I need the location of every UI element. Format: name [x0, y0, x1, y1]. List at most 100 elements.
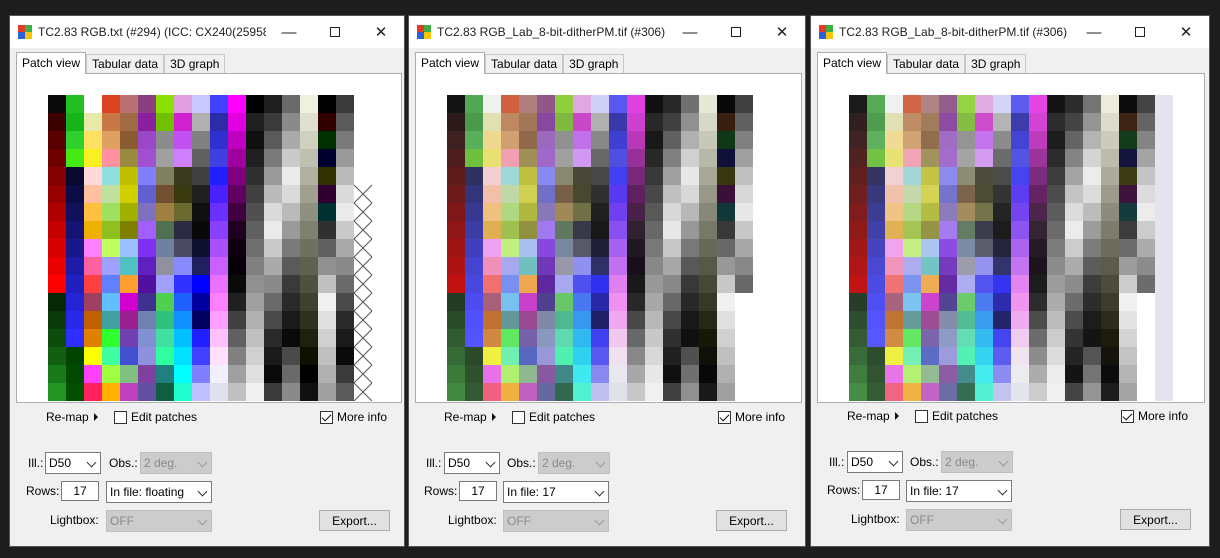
patch[interactable]: [156, 239, 174, 257]
patch[interactable]: [483, 203, 501, 221]
patch[interactable]: [1065, 329, 1083, 347]
patch[interactable]: [555, 257, 573, 275]
patch[interactable]: [1101, 167, 1119, 185]
patch[interactable]: [282, 311, 300, 329]
patch[interactable]: [627, 311, 645, 329]
patch[interactable]: [66, 293, 84, 311]
edit-patches-checkbox[interactable]: Edit patches: [114, 410, 197, 424]
patch[interactable]: [318, 203, 336, 221]
patch[interactable]: [939, 275, 957, 293]
patch[interactable]: [537, 347, 555, 365]
patch[interactable]: [1137, 131, 1155, 149]
patch[interactable]: [717, 329, 735, 347]
patch[interactable]: [336, 95, 354, 113]
tab-3d-graph[interactable]: 3D graph: [563, 54, 625, 74]
patch[interactable]: [885, 293, 903, 311]
patch[interactable]: [501, 365, 519, 383]
patch[interactable]: [885, 275, 903, 293]
patch[interactable]: [84, 113, 102, 131]
observer-select[interactable]: 2 deg.: [140, 452, 212, 474]
patch[interactable]: [627, 275, 645, 293]
patch[interactable]: [975, 275, 993, 293]
patch[interactable]: [903, 221, 921, 239]
patch[interactable]: [228, 239, 246, 257]
patch[interactable]: [501, 95, 519, 113]
patch[interactable]: [957, 383, 975, 401]
patch[interactable]: [228, 203, 246, 221]
patch[interactable]: [609, 185, 627, 203]
close-button[interactable]: ✕: [1163, 16, 1209, 48]
checkbox-box[interactable]: [512, 410, 525, 424]
patch[interactable]: [264, 293, 282, 311]
export-button[interactable]: Export...: [319, 510, 390, 531]
patch[interactable]: [1047, 221, 1065, 239]
patch[interactable]: [1083, 167, 1101, 185]
patch[interactable]: [519, 275, 537, 293]
patch[interactable]: [849, 347, 867, 365]
patch[interactable]: [849, 383, 867, 401]
patch[interactable]: [645, 185, 663, 203]
patch[interactable]: [1065, 293, 1083, 311]
patch[interactable]: [663, 275, 681, 293]
patch[interactable]: [1119, 221, 1137, 239]
patch[interactable]: [663, 311, 681, 329]
patch[interactable]: [1047, 347, 1065, 365]
patch[interactable]: [867, 275, 885, 293]
patch[interactable]: [174, 239, 192, 257]
patch[interactable]: [717, 383, 735, 401]
patch[interactable]: [228, 257, 246, 275]
lightbox-select[interactable]: OFF: [906, 509, 1012, 531]
patch[interactable]: [174, 347, 192, 365]
patch[interactable]: [627, 221, 645, 239]
patch[interactable]: [591, 185, 609, 203]
patch[interactable]: [591, 203, 609, 221]
patch[interactable]: [192, 383, 210, 401]
patch[interactable]: [1137, 167, 1155, 185]
patch[interactable]: [519, 131, 537, 149]
patch[interactable]: [282, 149, 300, 167]
patch[interactable]: [735, 275, 753, 293]
export-button[interactable]: Export...: [1120, 509, 1191, 530]
patch[interactable]: [957, 203, 975, 221]
patch[interactable]: [885, 203, 903, 221]
patch[interactable]: [609, 167, 627, 185]
patch[interactable]: [939, 365, 957, 383]
patch[interactable]: [573, 221, 591, 239]
patch[interactable]: [66, 167, 84, 185]
patch[interactable]: [228, 95, 246, 113]
patch[interactable]: [66, 113, 84, 131]
patch[interactable]: [519, 329, 537, 347]
patch[interactable]: [993, 185, 1011, 203]
patch[interactable]: [555, 149, 573, 167]
patch[interactable]: [156, 167, 174, 185]
patch[interactable]: [447, 131, 465, 149]
patch[interactable]: [1101, 365, 1119, 383]
patch[interactable]: [483, 383, 501, 401]
patch[interactable]: [48, 185, 66, 203]
patch[interactable]: [300, 167, 318, 185]
patch[interactable]: [465, 275, 483, 293]
patch[interactable]: [699, 239, 717, 257]
patch[interactable]: [903, 365, 921, 383]
patch[interactable]: [1119, 293, 1137, 311]
patch[interactable]: [663, 167, 681, 185]
minimize-button[interactable]: —: [1071, 16, 1117, 48]
patch[interactable]: [573, 257, 591, 275]
patch[interactable]: [573, 311, 591, 329]
patch[interactable]: [885, 329, 903, 347]
patch[interactable]: [867, 149, 885, 167]
patch[interactable]: [48, 131, 66, 149]
patch[interactable]: [447, 203, 465, 221]
patch[interactable]: [555, 347, 573, 365]
patch[interactable]: [174, 113, 192, 131]
patch[interactable]: [192, 131, 210, 149]
patch[interactable]: [501, 131, 519, 149]
patch[interactable]: [138, 239, 156, 257]
patch[interactable]: [48, 167, 66, 185]
patch[interactable]: [903, 131, 921, 149]
patch[interactable]: [1047, 365, 1065, 383]
patch[interactable]: [627, 149, 645, 167]
patch[interactable]: [447, 293, 465, 311]
patch[interactable]: [1065, 383, 1083, 401]
patch[interactable]: [1065, 95, 1083, 113]
